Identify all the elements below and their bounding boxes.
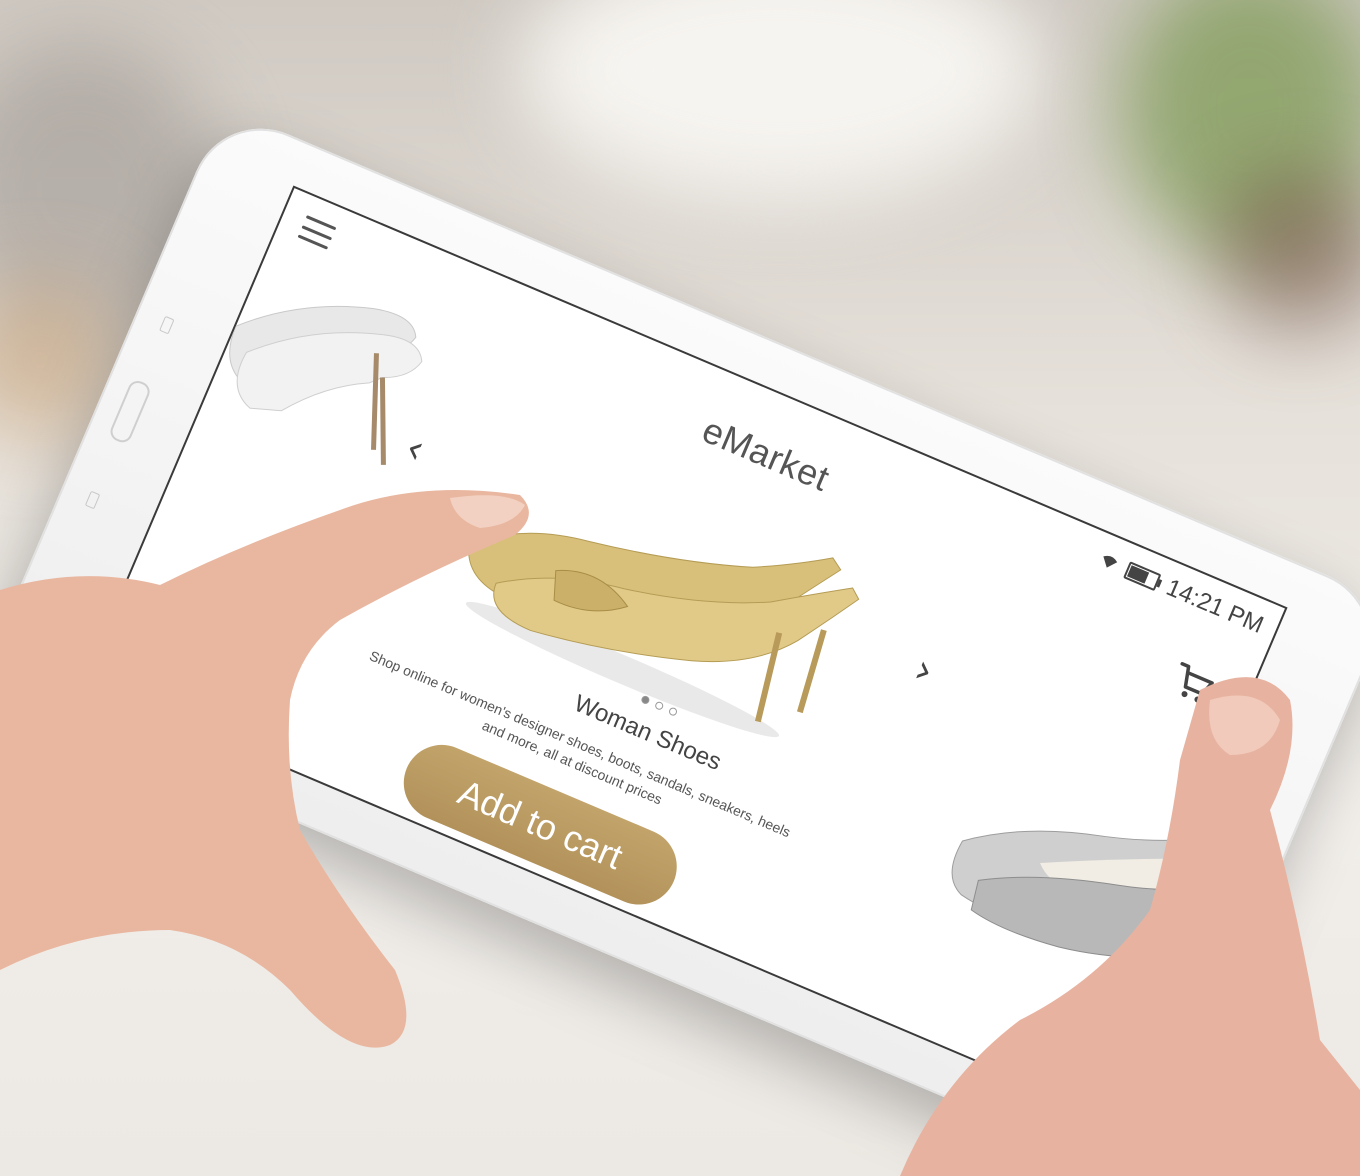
right-hand-holding [900, 677, 1360, 1176]
wifi-icon [1103, 555, 1118, 568]
home-button[interactable] [107, 377, 153, 446]
left-hand-pointing [0, 490, 529, 1048]
photo-scene: eMarket 14:21 PM ‹ › Woman Shoes Shop on… [0, 0, 1360, 1176]
recent-apps-key[interactable] [159, 315, 175, 335]
background-pot [1220, 170, 1360, 330]
background-window [520, 0, 1040, 200]
